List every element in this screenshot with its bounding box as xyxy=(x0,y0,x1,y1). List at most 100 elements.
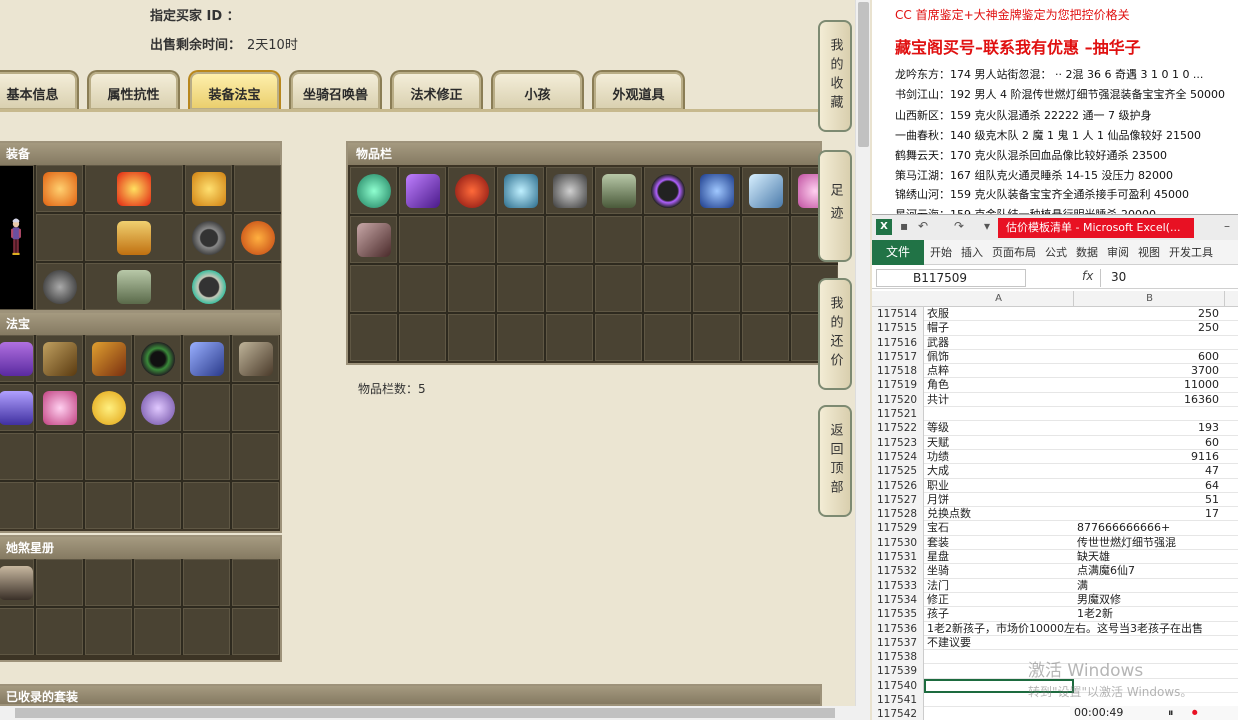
name-box[interactable]: B117509 xyxy=(876,269,1026,287)
item-slot[interactable] xyxy=(350,167,397,214)
ribbon-tab[interactable]: 开始 xyxy=(930,244,952,260)
cell-a[interactable]: 月饼 xyxy=(927,493,1075,507)
equip-slot[interactable] xyxy=(185,263,232,310)
star-slot[interactable] xyxy=(0,559,34,606)
equip-slot-empty[interactable] xyxy=(234,165,281,212)
item-slot-empty[interactable] xyxy=(693,314,740,361)
item-slot-empty[interactable] xyxy=(497,265,544,312)
back-to-top-button[interactable]: 返回顶部 xyxy=(818,405,852,517)
row-number[interactable]: 117540 xyxy=(872,678,924,694)
treasure-slot[interactable] xyxy=(85,384,132,431)
treasure-slot-empty[interactable] xyxy=(183,433,230,480)
equip-slot-empty[interactable] xyxy=(234,263,281,310)
cell-b[interactable]: 64 xyxy=(1077,479,1223,493)
cell-a[interactable]: 点粹 xyxy=(927,364,1075,378)
item-slot-empty[interactable] xyxy=(595,265,642,312)
cell-b[interactable]: 11000 xyxy=(1077,378,1223,392)
cell-b[interactable]: 缺天雄 xyxy=(1077,550,1223,564)
item-slot-empty[interactable] xyxy=(595,314,642,361)
tab-appearance[interactable]: 外观道具 xyxy=(592,70,685,110)
item-slot[interactable] xyxy=(742,167,789,214)
row-number[interactable]: 117531 xyxy=(872,550,924,565)
item-slot-empty[interactable] xyxy=(399,216,446,263)
row-number[interactable]: 117523 xyxy=(872,435,924,450)
item-slot[interactable] xyxy=(693,167,740,214)
equip-slot[interactable] xyxy=(85,263,183,310)
item-slot[interactable] xyxy=(595,167,642,214)
cell-b[interactable]: 满 xyxy=(1077,579,1223,593)
item-slot-empty[interactable] xyxy=(399,314,446,361)
star-slot-empty[interactable] xyxy=(36,608,83,655)
treasure-slot-empty[interactable] xyxy=(85,433,132,480)
cell-a[interactable]: 角色 xyxy=(927,378,1075,392)
treasure-slot[interactable] xyxy=(36,384,83,431)
equip-slot[interactable] xyxy=(185,165,232,212)
cell-a[interactable]: 共计 xyxy=(927,393,1075,407)
star-slot-empty[interactable] xyxy=(183,608,230,655)
treasure-slot-empty[interactable] xyxy=(183,482,230,529)
ribbon-tab[interactable]: 插入 xyxy=(961,244,983,260)
equip-slot[interactable] xyxy=(185,214,232,261)
undo-icon[interactable]: ↶ xyxy=(918,219,928,233)
treasure-slot-empty[interactable] xyxy=(36,433,83,480)
redo-icon[interactable]: ↷ xyxy=(954,219,964,233)
item-slot[interactable] xyxy=(399,167,446,214)
cell-b[interactable]: 250 xyxy=(1077,307,1223,321)
equip-slot[interactable] xyxy=(234,214,281,261)
ribbon-tab[interactable]: 公式 xyxy=(1045,244,1067,260)
my-counteroffers-button[interactable]: 我的还价 xyxy=(818,278,852,390)
row-number[interactable]: 117542 xyxy=(872,707,924,720)
column-header-b[interactable]: B xyxy=(1075,291,1225,307)
row-number[interactable]: 117524 xyxy=(872,449,924,465)
cell-b[interactable]: 男魔双修 xyxy=(1077,593,1223,607)
cell-b[interactable]: 3700 xyxy=(1077,364,1223,378)
treasure-slot-empty[interactable] xyxy=(0,482,34,529)
row-number[interactable]: 117533 xyxy=(872,578,924,593)
item-slot[interactable] xyxy=(448,167,495,214)
cell-b[interactable]: 250 xyxy=(1077,321,1223,335)
ribbon-tab[interactable]: 视图 xyxy=(1138,244,1160,260)
equip-slot[interactable] xyxy=(85,214,183,261)
scrollbar-thumb[interactable] xyxy=(15,708,835,718)
item-slot-empty[interactable] xyxy=(546,216,593,263)
cell-a[interactable]: 衣服 xyxy=(927,307,1075,321)
item-slot-empty[interactable] xyxy=(448,216,495,263)
my-favorites-button[interactable]: 我的收藏 xyxy=(818,20,852,132)
ribbon-tab-file[interactable]: 文件 xyxy=(872,239,924,265)
treasure-slot[interactable] xyxy=(183,335,230,382)
row-number[interactable]: 117535 xyxy=(872,607,924,622)
ribbon-tab[interactable]: 开发工具 xyxy=(1169,244,1213,260)
row-number[interactable]: 117541 xyxy=(872,693,924,708)
cell-b[interactable]: 193 xyxy=(1077,421,1223,435)
cell-b[interactable]: 1老2新 xyxy=(1077,607,1223,621)
cell-a[interactable]: 大成 xyxy=(927,464,1075,478)
stop-icon[interactable]: ⏺ xyxy=(1192,706,1198,720)
equip-slot-empty[interactable] xyxy=(36,214,83,261)
star-slot-empty[interactable] xyxy=(183,559,230,606)
treasure-slot[interactable] xyxy=(0,335,34,382)
item-slot-empty[interactable] xyxy=(399,265,446,312)
row-number[interactable]: 117537 xyxy=(872,635,924,651)
customize-toolbar-icon[interactable]: ▾ xyxy=(984,219,990,233)
treasure-slot-empty[interactable] xyxy=(232,433,279,480)
treasure-slot-empty[interactable] xyxy=(134,433,181,480)
row-number[interactable]: 117514 xyxy=(872,307,924,322)
star-slot-empty[interactable] xyxy=(0,608,34,655)
row-number[interactable]: 117516 xyxy=(872,335,924,350)
cell-b[interactable]: 60 xyxy=(1077,436,1223,450)
row-number[interactable]: 117521 xyxy=(872,407,924,422)
treasure-slot-empty[interactable] xyxy=(232,384,279,431)
cell-b[interactable]: 9116 xyxy=(1077,450,1223,464)
row-number[interactable]: 117522 xyxy=(872,421,924,436)
treasure-slot-empty[interactable] xyxy=(36,482,83,529)
cell-a[interactable]: 修正 xyxy=(927,593,1075,607)
treasure-slot[interactable] xyxy=(232,335,279,382)
cell-a[interactable]: 等级 xyxy=(927,421,1075,435)
item-slot-empty[interactable] xyxy=(644,314,691,361)
cell-a[interactable]: 天赋 xyxy=(927,436,1075,450)
cell-a[interactable]: 武器 xyxy=(927,336,1075,350)
cell-a[interactable]: 职业 xyxy=(927,479,1075,493)
cell-a[interactable]: 兑换点数 xyxy=(927,507,1075,521)
item-slot[interactable] xyxy=(546,167,593,214)
item-slot-empty[interactable] xyxy=(595,216,642,263)
